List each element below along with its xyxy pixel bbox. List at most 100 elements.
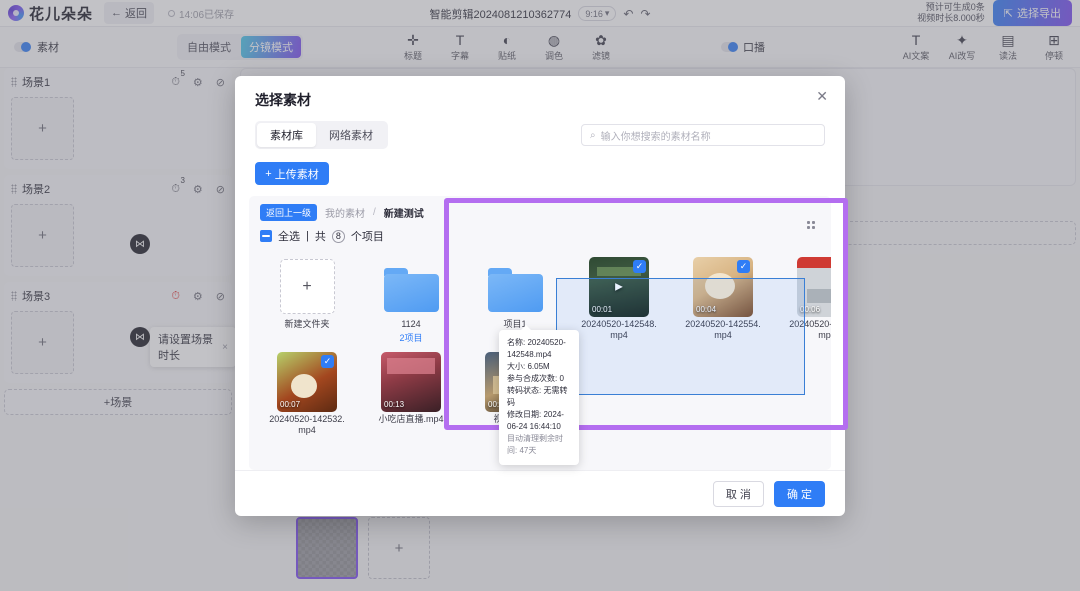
settings-icon[interactable]: ⚙ <box>193 183 203 196</box>
video-thumbnail: 00:07 ✓ <box>277 351 337 412</box>
video-item[interactable]: 00:04 ✓ 20240520-142554.mp4 <box>682 256 764 344</box>
scene-add-clip[interactable]: + <box>11 204 74 267</box>
source-tabs: 素材库 网络素材 <box>255 121 388 149</box>
video-thumbnail: 00:13 <box>381 351 441 412</box>
close-icon[interactable]: ✕ <box>816 89 828 103</box>
tooltip-transcode-row: 转码状态: 无需转码 <box>507 385 572 409</box>
material-toggle[interactable]: 素材 <box>0 39 59 55</box>
breadcrumb-back-button[interactable]: 返回上一级 <box>260 204 318 221</box>
tooltip-name-label: 名称: <box>507 338 526 347</box>
video-thumbnail: 00:06 ✓ <box>797 256 831 317</box>
tab-material-library[interactable]: 素材库 <box>257 123 316 147</box>
tooltip-cleanup-value: 47天 <box>519 446 537 455</box>
toggle-switch-icon <box>14 42 31 52</box>
folder-icon <box>383 267 439 312</box>
tab-network-material[interactable]: 网络素材 <box>316 123 386 147</box>
aspect-ratio-selector[interactable]: 9:16 ▾ <box>578 6 617 21</box>
video-box: ▶ 00:01 ✓ <box>578 256 660 317</box>
drag-handle-icon[interactable] <box>11 184 17 194</box>
mute-icon[interactable]: ⊘ <box>216 290 225 303</box>
folder-item[interactable]: 1124 2项目 <box>370 258 452 344</box>
selected-checkbox[interactable]: ✓ <box>321 354 334 368</box>
item-count: 8 <box>331 229 345 243</box>
video-name: 20240520-142542.mp4 <box>789 319 831 340</box>
confirm-button[interactable]: 确 定 <box>773 480 825 507</box>
search-icon: ⌕ <box>590 129 596 141</box>
voice-toggle[interactable]: 口播 <box>721 39 765 55</box>
tool-subtitle[interactable]: T 字幕 <box>445 33 475 62</box>
item-count-suffix: 个项目 <box>350 231 384 243</box>
selected-checkbox[interactable]: ✓ <box>737 259 750 273</box>
cancel-button[interactable]: 取 消 <box>712 480 764 507</box>
scene-badge: 3 <box>180 175 185 185</box>
drag-handle-icon[interactable] <box>11 77 17 87</box>
video-box: 00:13 <box>370 351 452 412</box>
video-duration: 00:06 <box>800 304 821 314</box>
settings-icon[interactable]: ⚙ <box>193 290 203 303</box>
scene-row[interactable]: 场景2 ⏱ 3 ⚙ ⊘ + <box>4 175 232 276</box>
merge-icon[interactable]: ⋈ <box>130 327 150 347</box>
mute-icon[interactable]: ⊘ <box>216 183 225 196</box>
tooltip-uses-row: 参与合成次数: 0 <box>507 373 572 385</box>
duration-icon[interactable]: ⏱ 3 <box>171 176 185 196</box>
tool-pronunciation[interactable]: ▤ 读法 <box>993 33 1023 62</box>
dialog-title: 选择素材 <box>255 92 311 108</box>
video-thumbnail: 00:04 ✓ <box>693 256 753 317</box>
select-all-checkbox[interactable] <box>260 230 272 242</box>
video-item[interactable]: 00:06 ✓ 20240520-142542.mp4 <box>786 256 831 344</box>
mode-storyboard[interactable]: 分镜模式 <box>241 36 301 58</box>
filmstrip-selected-clip[interactable] <box>296 517 358 579</box>
tooltip-size-row: 大小: 6.05M <box>507 361 572 373</box>
mode-free[interactable]: 自由模式 <box>179 36 239 58</box>
video-box: 00:06 ✓ <box>786 256 831 317</box>
tool-sticker[interactable]: ◐ 贴纸 <box>492 33 522 62</box>
scene-row[interactable]: 场景1 ⏱ 5 ⚙ ⊘ + <box>4 68 232 169</box>
scene-add-clip[interactable]: + <box>11 97 74 160</box>
video-duration: 00:13 <box>384 399 405 409</box>
tool-icon-group: ✛ 标题 T 字幕 ◐ 贴纸 ◍ 调色 ✿ 滤镜 <box>398 33 616 62</box>
redo-icon[interactable]: ↷ <box>640 7 650 21</box>
plus-icon: ✛ <box>407 31 419 48</box>
upload-material-button[interactable]: + 上传素材 <box>255 162 329 185</box>
tool-ai-copy[interactable]: T AI文案 <box>901 33 931 62</box>
video-item[interactable]: ▶ 00:01 ✓ 20240520-142548.mp4 <box>578 256 660 344</box>
drag-handle-icon[interactable] <box>11 291 17 301</box>
tool-pronunciation-label: 读法 <box>998 50 1017 61</box>
new-folder-tile[interactable]: + 新建文件夹 <box>266 258 348 344</box>
duration-icon[interactable]: ⏱ 5 <box>171 69 185 89</box>
filmstrip-add-clip[interactable]: + <box>368 517 430 579</box>
video-box: 00:04 ✓ <box>682 256 764 317</box>
tool-ai-rewrite[interactable]: ✦ AI改写 <box>947 33 977 62</box>
tool-filter[interactable]: ✿ 滤镜 <box>586 33 616 62</box>
video-name: 20240520-142554.mp4 <box>685 319 761 340</box>
tool-title[interactable]: ✛ 标题 <box>398 33 428 62</box>
ai-copy-icon: T <box>911 31 921 48</box>
undo-icon[interactable]: ↶ <box>623 7 633 21</box>
selected-checkbox[interactable]: ✓ <box>633 259 646 273</box>
close-icon[interactable]: × <box>222 342 228 353</box>
file-info-tooltip: 名称: 20240520-142548.mp4 大小: 6.05M 参与合成次数… <box>499 325 579 465</box>
grid-view-icon[interactable] <box>806 220 817 231</box>
video-duration: 00:04 <box>696 304 717 314</box>
video-item[interactable]: 00:07 ✓ 20240520-142532.mp4 <box>266 351 348 436</box>
tool-color[interactable]: ◍ 调色 <box>539 33 569 62</box>
merge-icon[interactable]: ⋈ <box>130 234 150 254</box>
pronunciation-icon: ▤ <box>1001 31 1015 48</box>
voice-toggle-label: 口播 <box>743 42 765 54</box>
tooltip-size-label: 大小: <box>507 362 526 371</box>
tooltip-transcode-label: 转码状态: <box>507 386 542 395</box>
duration-icon[interactable]: ⏱ <box>171 290 180 303</box>
scene-add-clip[interactable]: + <box>11 311 74 374</box>
mode-switcher: 自由模式 分镜模式 <box>177 34 303 60</box>
text-icon: T <box>455 31 465 48</box>
settings-icon[interactable]: ⚙ <box>193 76 203 89</box>
mute-icon[interactable]: ⊘ <box>216 76 225 89</box>
search-input[interactable]: ⌕ 输入你想搜索的素材名称 <box>581 124 825 146</box>
scene-duration-tooltip-text: 请设置场景时长 <box>158 334 213 362</box>
add-scene-button[interactable]: +场景 <box>4 389 232 415</box>
tool-pause[interactable]: ⊞ 停顿 <box>1039 33 1069 62</box>
video-item[interactable]: 00:13 小吃店直播.mp4 <box>370 351 452 436</box>
breadcrumb-root[interactable]: 我的素材 <box>325 205 365 220</box>
tool-color-label: 调色 <box>544 50 563 61</box>
tool-ai-copy-label: AI文案 <box>902 50 930 61</box>
